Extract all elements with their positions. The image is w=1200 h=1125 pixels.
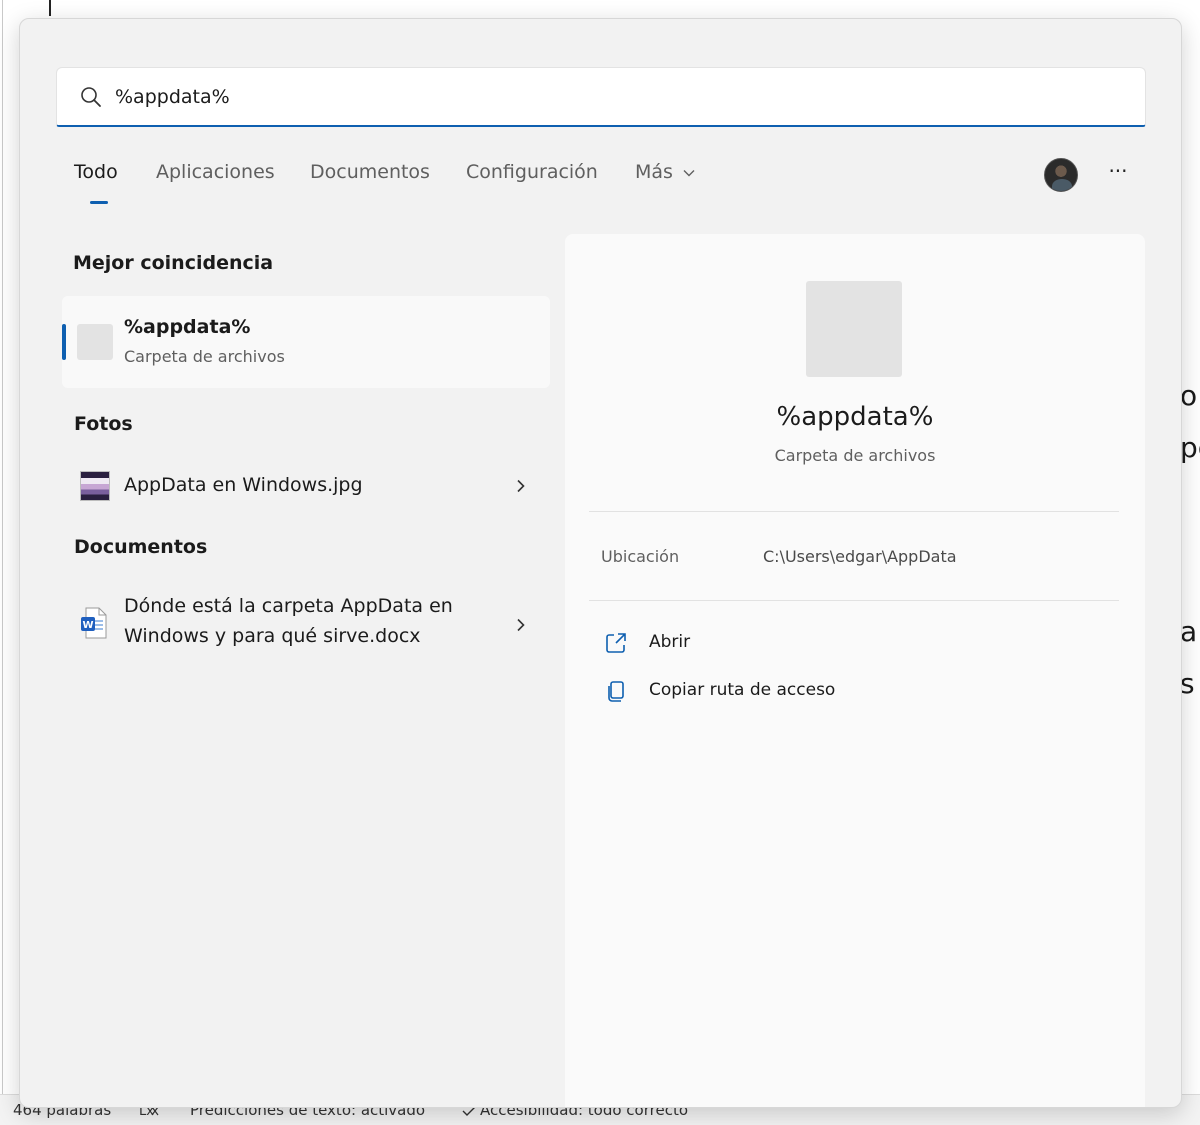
- document-text-fragment: a: [1180, 615, 1198, 648]
- preview-pane: %appdata% Carpeta de archivos Ubicación …: [565, 234, 1145, 1107]
- copy-path-action-label: Copiar ruta de acceso: [649, 680, 836, 700]
- best-match-result[interactable]: %appdata% Carpeta de archivos: [62, 296, 550, 388]
- document-text-fragment: pc: [1180, 431, 1200, 464]
- photos-heading: Fotos: [74, 413, 133, 435]
- documents-heading: Documentos: [74, 536, 208, 558]
- chevron-right-icon[interactable]: [514, 618, 528, 632]
- location-label: Ubicación: [601, 547, 680, 566]
- text-cursor: [49, 0, 51, 16]
- document-result[interactable]: W Dónde está la carpeta AppData en Windo…: [62, 591, 550, 657]
- search-icon: [81, 87, 101, 107]
- chevron-right-icon[interactable]: [514, 479, 528, 493]
- svg-text:W: W: [82, 620, 93, 631]
- open-action[interactable]: Abrir: [601, 630, 801, 660]
- divider: [589, 600, 1119, 601]
- folder-preview-icon: [806, 281, 902, 377]
- open-external-icon: [606, 633, 626, 653]
- best-match-heading: Mejor coincidencia: [73, 252, 274, 274]
- location-value: C:\Users\edgar\AppData: [763, 547, 957, 566]
- divider: [589, 511, 1119, 512]
- photo-result[interactable]: AppData en Windows.jpg: [62, 467, 550, 505]
- preview-type: Carpeta de archivos: [774, 446, 936, 465]
- image-file-icon: [80, 471, 110, 501]
- best-match-title: %appdata%: [124, 316, 251, 338]
- word-document-icon: W: [81, 607, 107, 639]
- selection-accent: [62, 324, 66, 360]
- tab-configuracion[interactable]: Configuración: [466, 161, 598, 183]
- tab-mas[interactable]: Más: [635, 161, 695, 183]
- copy-icon: [608, 681, 624, 702]
- document-text-fragment: s: [1180, 667, 1195, 700]
- tab-documentos[interactable]: Documentos: [310, 161, 430, 183]
- user-avatar[interactable]: [1044, 158, 1078, 192]
- document-text-fragment: o: [1180, 379, 1198, 412]
- windows-search-panel: Todo Aplicaciones Documentos Configuraci…: [19, 18, 1182, 1108]
- copy-path-action[interactable]: Copiar ruta de acceso: [601, 678, 891, 708]
- search-box[interactable]: [56, 67, 1146, 127]
- search-input[interactable]: [115, 80, 1115, 114]
- active-tab-indicator: [90, 201, 108, 204]
- document-result-label-line1: Dónde está la carpeta AppData en: [124, 595, 453, 617]
- tab-todo[interactable]: Todo: [74, 161, 118, 183]
- tab-mas-label: Más: [635, 161, 673, 183]
- document-result-label-line2: Windows y para qué sirve.docx: [124, 625, 421, 647]
- more-options-button[interactable]: ···: [1103, 161, 1133, 187]
- document-edge: [2, 0, 3, 1125]
- photo-result-label: AppData en Windows.jpg: [124, 474, 363, 496]
- folder-icon: [77, 324, 113, 360]
- best-match-type: Carpeta de archivos: [124, 347, 285, 366]
- open-action-label: Abrir: [649, 632, 691, 652]
- tab-aplicaciones[interactable]: Aplicaciones: [156, 161, 275, 183]
- chevron-down-icon: [683, 169, 695, 176]
- preview-title: %appdata%: [776, 402, 934, 432]
